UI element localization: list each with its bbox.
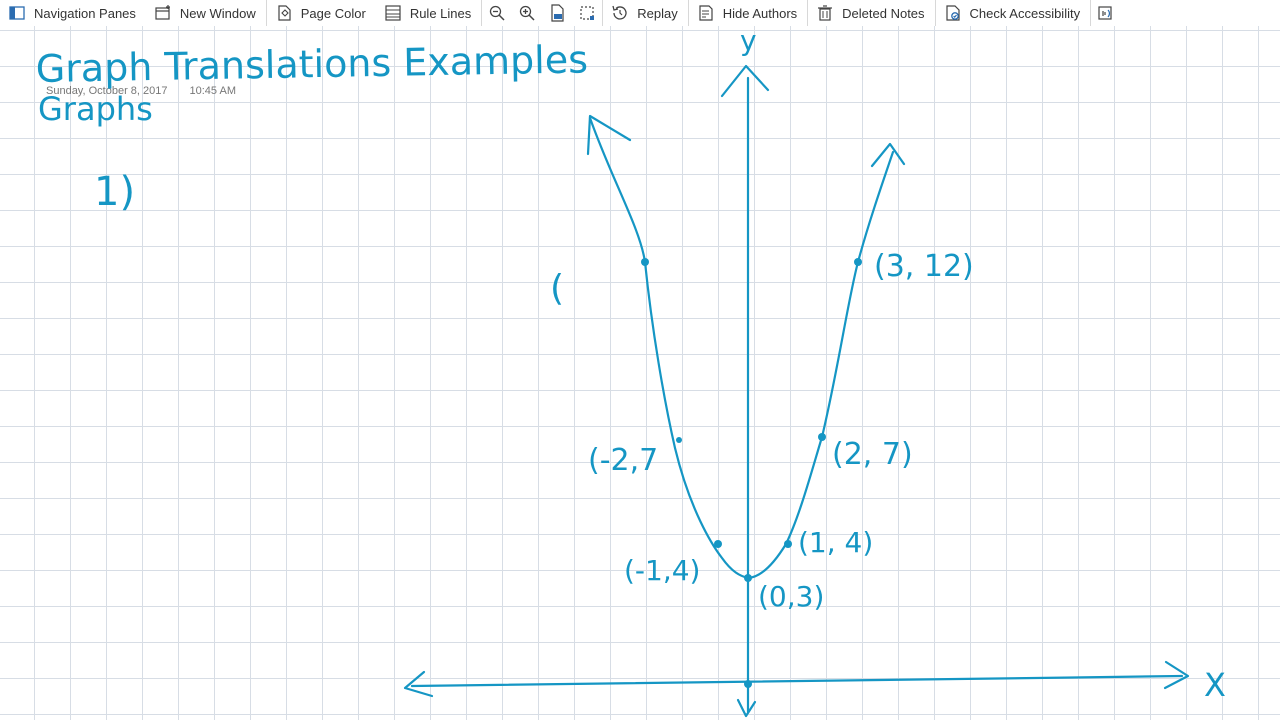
page-subtitle-ink: Graphs <box>38 90 153 128</box>
point-label-2-7: (2, 7) <box>832 437 913 472</box>
x-axis-line <box>410 674 1184 688</box>
y-axis-arrow-bottom <box>736 698 757 718</box>
x-axis-label: X <box>1204 666 1226 704</box>
ink-layer[interactable]: Graph Translations Examples Graphs 1) y … <box>0 0 1280 720</box>
curve-arrow-right <box>870 142 906 168</box>
origin-marker <box>744 680 752 688</box>
y-axis-label: y <box>740 24 757 57</box>
point-marker-0-3 <box>744 574 752 582</box>
point-label-0-3: (0,3) <box>758 580 824 613</box>
point-label-neg1-4: (-1,4) <box>624 554 700 587</box>
point-label-neg2-7: (-2,7 <box>588 443 658 478</box>
point-marker-neg1-4 <box>714 540 722 548</box>
problem-number-ink: 1) <box>94 169 135 215</box>
point-label-3-12: (3, 12) <box>874 249 974 284</box>
parabola-curve <box>588 116 895 580</box>
point-marker-2-7 <box>818 433 826 441</box>
point-marker-3-12 <box>854 258 862 266</box>
curve-arrow-left <box>586 114 632 156</box>
x-axis-arrow-left <box>403 670 434 698</box>
point-marker-1-4 <box>784 540 792 548</box>
stray-parenthesis-ink: ( <box>550 268 564 309</box>
y-axis-arrow-top <box>720 64 770 98</box>
point-marker-neg2-7 <box>676 437 682 443</box>
page-title-ink: Graph Translations Examples <box>35 37 588 91</box>
point-marker-left-upper <box>641 258 649 266</box>
point-label-1-4: (1, 4) <box>798 526 873 559</box>
